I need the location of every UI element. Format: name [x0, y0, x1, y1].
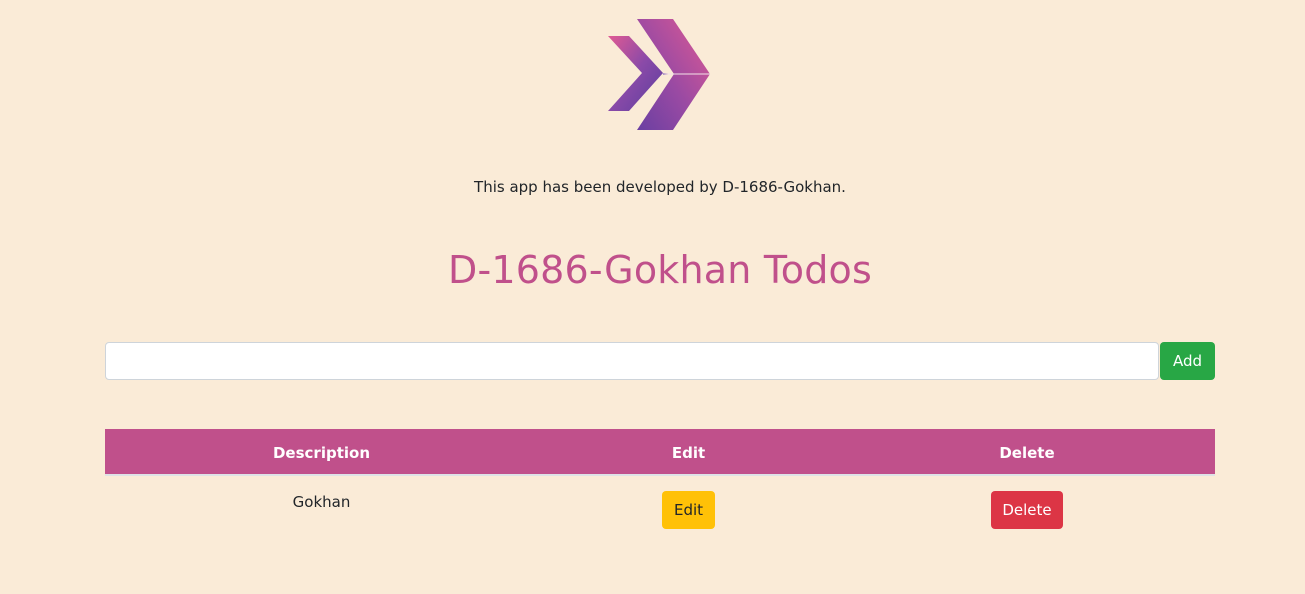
add-button[interactable]: Add — [1160, 342, 1215, 380]
delete-button[interactable]: Delete — [991, 491, 1063, 529]
column-header-delete: Delete — [999, 443, 1055, 462]
page-title: D-1686-Gokhan Todos — [448, 248, 872, 292]
developer-credit: This app has been developed by D-1686-Go… — [474, 178, 846, 196]
column-header-edit: Edit — [671, 443, 706, 462]
todo-description: Gokhan — [292, 493, 351, 511]
todo-input[interactable] — [105, 342, 1159, 380]
column-header-description: Description — [272, 443, 371, 462]
table-header: Description Edit Delete — [105, 429, 1215, 476]
logo-icon — [608, 19, 710, 130]
edit-button[interactable]: Edit — [662, 491, 715, 529]
